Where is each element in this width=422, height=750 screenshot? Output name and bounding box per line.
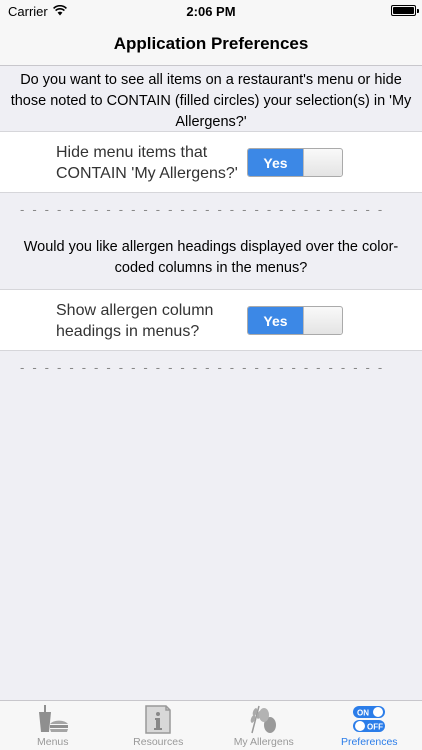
allergens-icon	[246, 702, 282, 736]
hide-items-question: Do you want to see all items on a restau…	[10, 72, 412, 130]
tab-my-allergens[interactable]: My Allergens	[211, 701, 317, 750]
status-bar: Carrier 2:06 PM	[0, 0, 422, 22]
preferences-icon: ON OFF	[351, 702, 387, 736]
tab-menus-label: Menus	[36, 736, 69, 748]
nav-bar: Application Preferences	[0, 22, 422, 66]
toggle-knob	[303, 149, 342, 176]
toggle-yes-label: Yes	[248, 149, 303, 176]
tab-preferences[interactable]: ON OFF Preferences	[317, 701, 422, 750]
headings-row: Show allergen column headings in menus? …	[0, 289, 422, 351]
divider: - - - - - - - - - - - - - - - - - - - - …	[20, 360, 385, 375]
preferences-icon-on: ON	[357, 709, 369, 718]
status-time: 2:06 PM	[186, 4, 236, 19]
tab-resources[interactable]: Resources	[106, 701, 212, 750]
headings-toggle[interactable]: Yes	[247, 306, 343, 335]
divider: - - - - - - - - - - - - - - - - - - - - …	[20, 202, 385, 217]
preferences-icon-off: OFF	[367, 723, 383, 732]
tab-resources-label: Resources	[133, 736, 184, 748]
battery-icon	[391, 5, 419, 16]
headings-question: Would you like allergen headings display…	[23, 239, 399, 276]
tab-menus[interactable]: Menus	[0, 701, 106, 750]
page-title: Application Preferences	[113, 33, 309, 53]
status-right	[391, 5, 419, 16]
menus-icon	[35, 702, 71, 736]
hide-items-label: Hide menu items that CONTAIN 'My Allerge…	[56, 144, 238, 182]
hide-items-toggle[interactable]: Yes	[247, 148, 343, 177]
tab-my-allergens-label: My Allergens	[233, 736, 294, 748]
tab-bar: Menus Resources My Allergens ON OFF Pref…	[0, 700, 422, 750]
tab-preferences-label: Preferences	[340, 736, 398, 748]
toggle-yes-label: Yes	[248, 307, 303, 334]
headings-label: Show allergen column headings in menus?	[56, 302, 214, 340]
hide-items-row: Hide menu items that CONTAIN 'My Allerge…	[0, 131, 422, 193]
resources-icon	[143, 702, 173, 736]
toggle-knob	[303, 307, 342, 334]
